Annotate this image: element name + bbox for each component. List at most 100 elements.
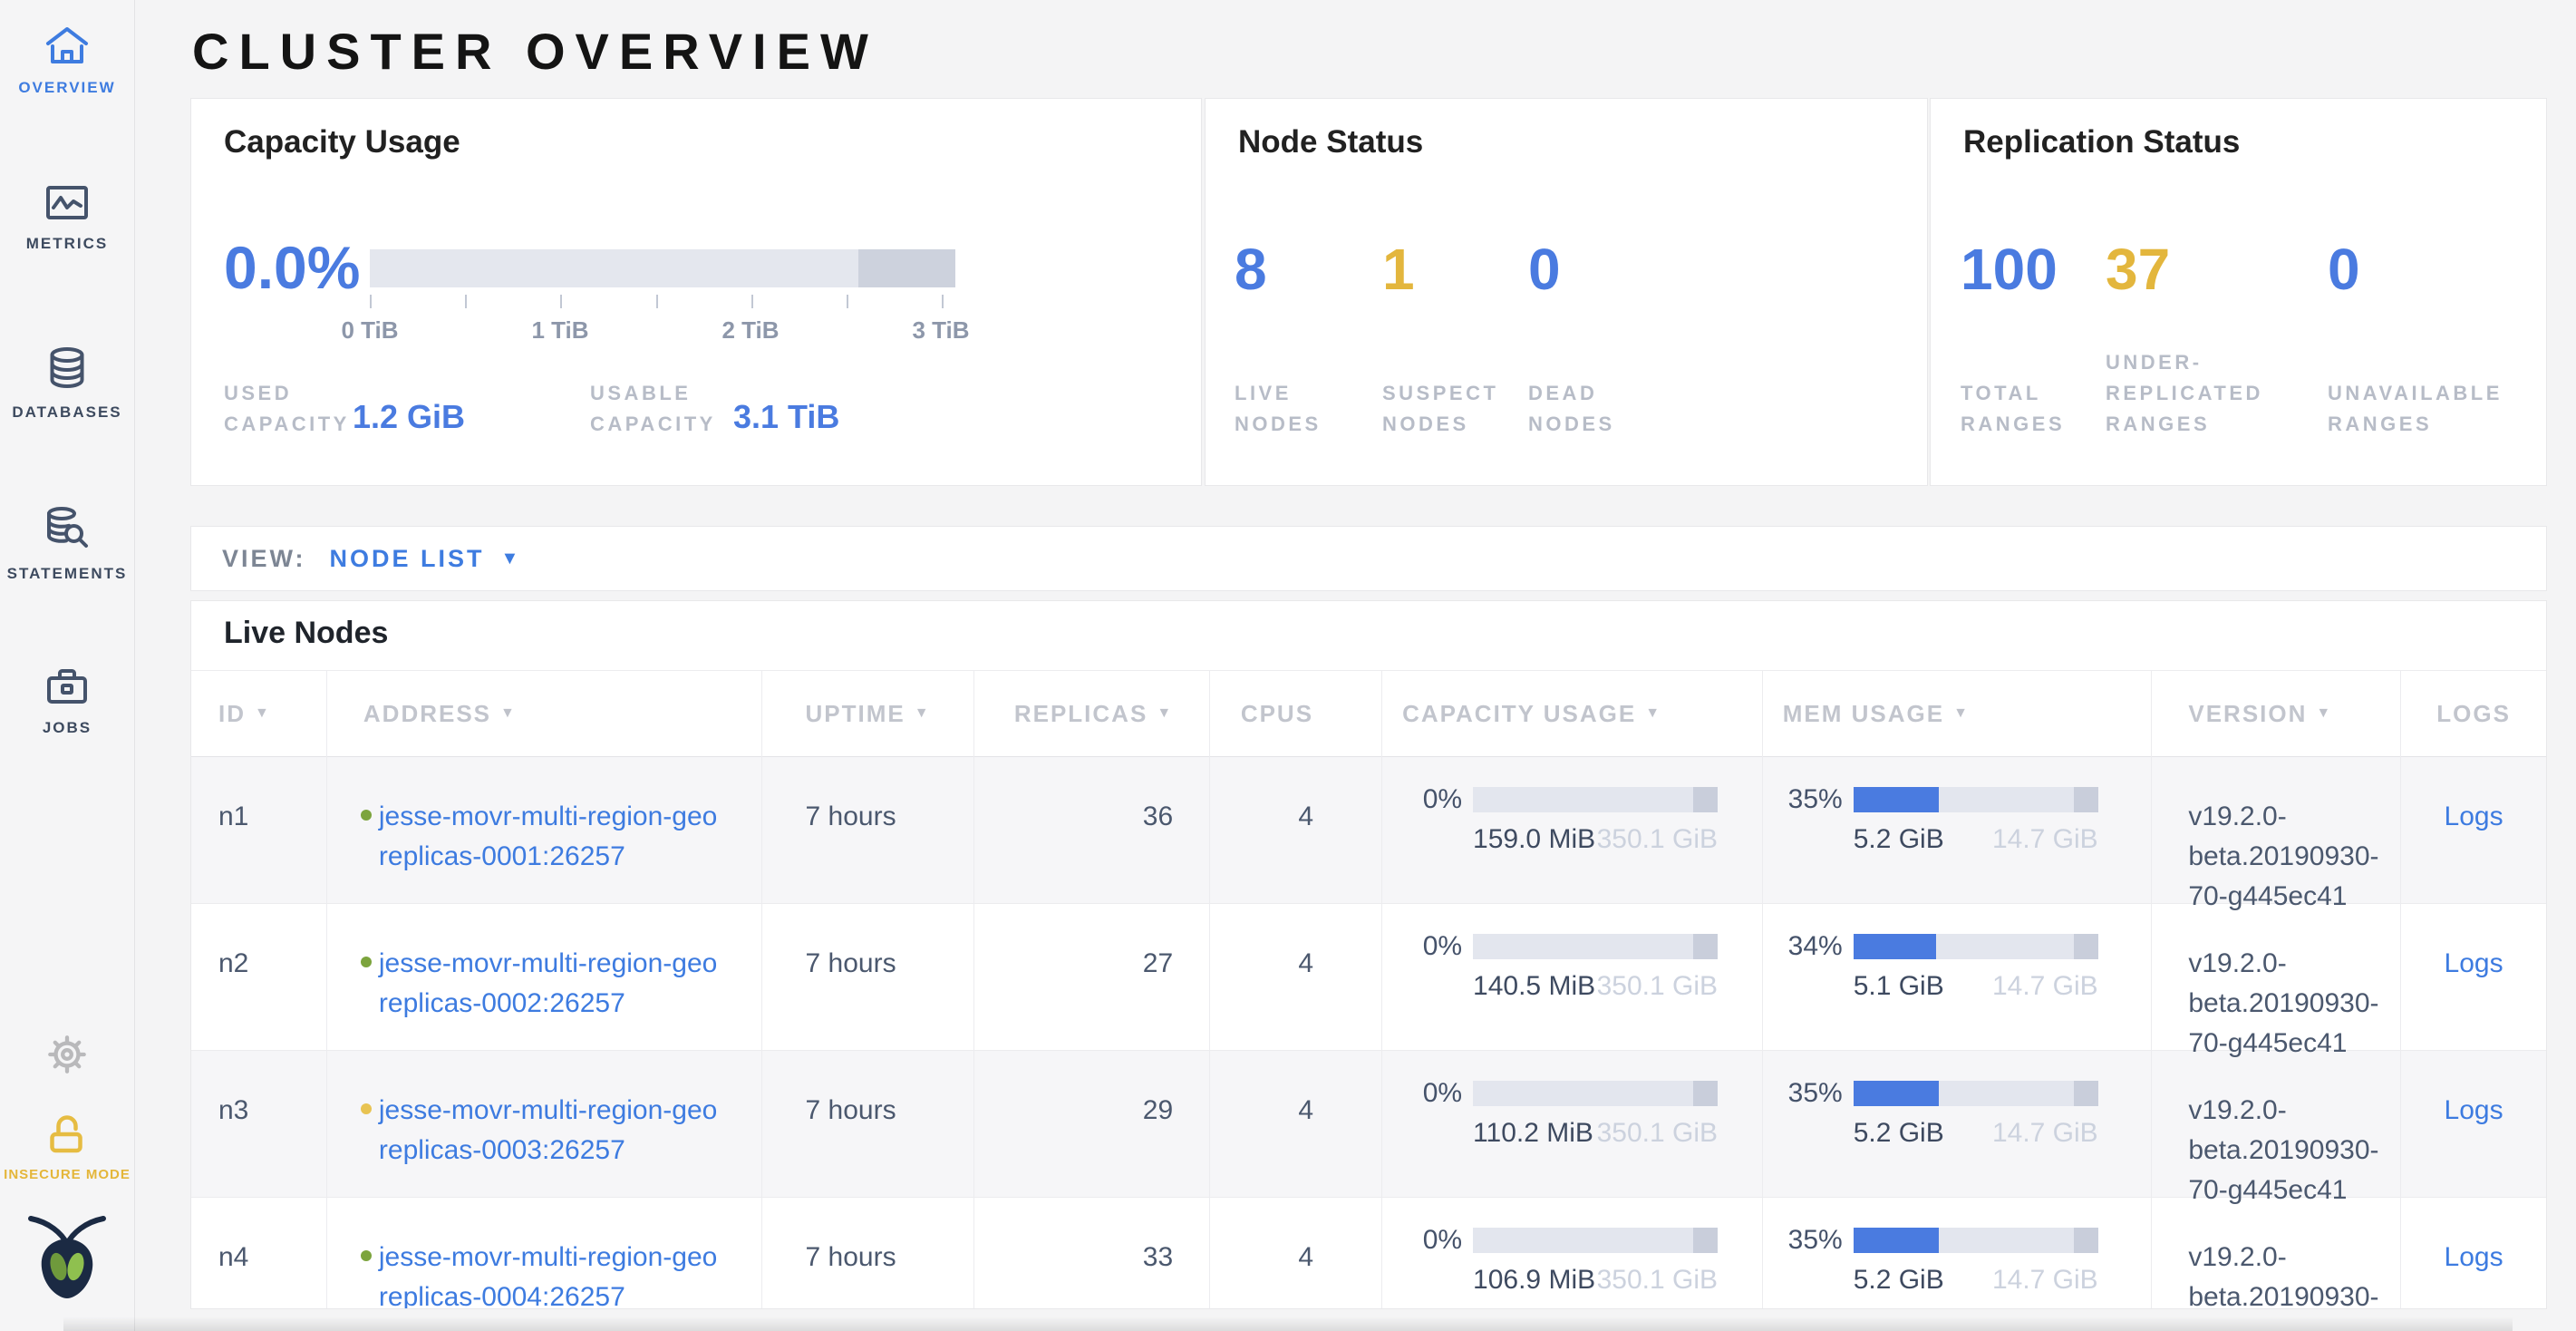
memory-usage-cell: 35%5.2 GiB14.7 GiB (1763, 757, 2153, 904)
column-header-logs: LOGS (2401, 670, 2546, 757)
usage-percent-label: 34% (1783, 933, 1843, 960)
table-row: n1jesse-movr-multi-region-georeplicas-00… (191, 757, 2546, 904)
table-header-row: ID▼ADDRESS▼UPTIME▼REPLICAS▼CPUSCAPACITY … (191, 670, 2546, 757)
column-header-mem-usage[interactable]: MEM USAGE▼ (1763, 670, 2153, 757)
cockroach-bug-icon (25, 1290, 109, 1306)
usage-total-value: 350.1 GiB (1597, 1120, 1718, 1147)
insecure-mode-label: INSECURE MODE (0, 1167, 134, 1182)
capacity-percent: 0.0% (224, 233, 360, 302)
logs-link[interactable]: Logs (2445, 1242, 2503, 1272)
page-title: CLUSTER OVERVIEW (192, 22, 878, 81)
green-status-dot-icon (361, 810, 372, 821)
usage-percent-label: 0% (1402, 1080, 1462, 1107)
usage-bar-reserved-segment (1693, 787, 1718, 812)
node-id-cell: n4 (191, 1198, 327, 1309)
jobs-icon (45, 666, 89, 710)
capacity-usage-cell: 0% 159.0 MiB350.1 GiB (1382, 757, 1763, 904)
insecure-mode-indicator[interactable]: INSECURE MODE (0, 1112, 134, 1182)
uptime-cell: 7 hours (762, 1198, 975, 1309)
sidebar-item-label: STATEMENTS (0, 565, 134, 583)
sort-descending-icon: ▼ (915, 705, 931, 722)
cpus-cell: 4 (1210, 904, 1382, 1051)
column-header-id[interactable]: ID▼ (191, 670, 327, 757)
cpus-cell: 4 (1210, 1198, 1382, 1309)
usage-total-value: 350.1 GiB (1597, 826, 1718, 853)
uptime-cell: 7 hours (762, 757, 975, 904)
statements-icon (44, 506, 90, 556)
usage-used-value: 5.2 GiB (1854, 1267, 1944, 1294)
logs-link[interactable]: Logs (2445, 1095, 2503, 1125)
sidebar: OVERVIEW METRICS DATABASES STATEMENTS JOBS I… (0, 0, 135, 1331)
gauge-tick-label: 1 TiB (515, 316, 605, 345)
replicas-cell: 29 (974, 1051, 1210, 1198)
gauge-tick (465, 295, 467, 308)
gauge-tick (656, 295, 658, 308)
usage-bar-fill (1854, 934, 1937, 959)
capacity-gauge (370, 249, 955, 287)
capacity-gauge-reserved-segment (858, 249, 955, 287)
usage-bar (1854, 1228, 2098, 1253)
yellow-status-dot-icon (361, 1103, 372, 1114)
gauge-tick (942, 295, 944, 308)
gauge-tick (751, 295, 753, 308)
usage-percent-label: 0% (1402, 1227, 1462, 1254)
node-address-link[interactable]: jesse-movr-multi-region-georeplicas-0002… (379, 944, 743, 1024)
table-row: n2 jesse-movr-multi-region-georeplicas-00… (191, 904, 2546, 1051)
node-address-link[interactable]: jesse-movr-multi-region-georeplicas-0001… (379, 797, 743, 877)
column-header-version[interactable]: VERSION▼ (2152, 670, 2401, 757)
settings-gear-button[interactable] (0, 1034, 134, 1080)
usage-total-value: 14.7 GiB (1992, 826, 2098, 853)
version-cell: v19.2.0-beta.20190930-70-g445ec41 (2152, 904, 2401, 1051)
node-id-cell: n2 (191, 904, 327, 1051)
cockroachdb-logo[interactable] (0, 1213, 134, 1307)
logs-cell: Logs (2401, 757, 2546, 904)
sidebar-item-overview[interactable]: OVERVIEW (0, 25, 134, 97)
node-address-link[interactable]: jesse-movr-multi-region-georeplicas-0003… (379, 1091, 743, 1171)
usage-bar (1854, 934, 2098, 959)
usage-used-value: 140.5 MiB (1473, 973, 1595, 1000)
usage-used-value: 159.0 MiB (1473, 826, 1595, 853)
sidebar-item-databases[interactable]: DATABASES (0, 346, 134, 422)
usage-percent-label: 0% (1402, 933, 1462, 960)
node-status-card: Node Status 8LIVENODES1SUSPECTNODES0DEAD… (1205, 98, 1928, 486)
capacity-usage-cell: 0%106.9 MiB350.1 GiB (1382, 1198, 1763, 1309)
column-header-capacity-usage[interactable]: CAPACITY USAGE▼ (1382, 670, 1763, 757)
gauge-tick (560, 295, 562, 308)
cpus-cell: 4 (1210, 757, 1382, 904)
node-card-title: Node Status (1238, 124, 1423, 160)
view-dropdown[interactable]: NODE LIST ▼ (330, 545, 522, 573)
sidebar-item-statements[interactable]: STATEMENTS (0, 506, 134, 583)
logs-cell: Logs (2401, 1198, 2546, 1309)
sort-descending-icon: ▼ (255, 705, 271, 722)
logs-cell: Logs (2401, 904, 2546, 1051)
stat-label: LIVENODES (1235, 378, 1322, 440)
usage-bar-reserved-segment (2074, 1228, 2098, 1253)
stat-value: 37 (2106, 240, 2170, 298)
usage-percent-label: 0% (1402, 786, 1462, 813)
node-address-link[interactable]: jesse-movr-multi-region-georeplicas-0004… (379, 1238, 743, 1309)
column-header-replicas[interactable]: REPLICAS▼ (974, 670, 1210, 757)
stat-value: 0 (1528, 240, 1561, 298)
metrics-icon (45, 185, 89, 226)
usage-total-value: 14.7 GiB (1992, 1120, 2098, 1147)
gauge-tick (847, 295, 848, 308)
usage-bar (1854, 1081, 2098, 1106)
column-header-address[interactable]: ADDRESS▼ (327, 670, 762, 757)
usage-total-value: 350.1 GiB (1597, 1267, 1718, 1294)
sort-descending-icon: ▼ (500, 705, 517, 722)
logs-link[interactable]: Logs (2445, 948, 2503, 978)
logs-link[interactable]: Logs (2445, 802, 2503, 831)
sidebar-item-jobs[interactable]: JOBS (0, 666, 134, 737)
usage-total-value: 14.7 GiB (1992, 1267, 2098, 1294)
gauge-tick-label: 0 TiB (324, 316, 415, 345)
sidebar-item-metrics[interactable]: METRICS (0, 185, 134, 253)
uptime-cell: 7 hours (762, 1051, 975, 1198)
sort-descending-icon: ▼ (1157, 705, 1173, 722)
sort-descending-icon: ▼ (1645, 705, 1661, 722)
live-nodes-panel: Live Nodes ID▼ADDRESS▼UPTIME▼REPLICAS▼CP… (190, 600, 2547, 1309)
sort-descending-icon: ▼ (1953, 705, 1970, 722)
column-header-uptime[interactable]: UPTIME▼ (762, 670, 975, 757)
usage-total-value: 350.1 GiB (1597, 973, 1718, 1000)
stat-label: DEADNODES (1528, 378, 1615, 440)
green-status-dot-icon (361, 957, 372, 967)
